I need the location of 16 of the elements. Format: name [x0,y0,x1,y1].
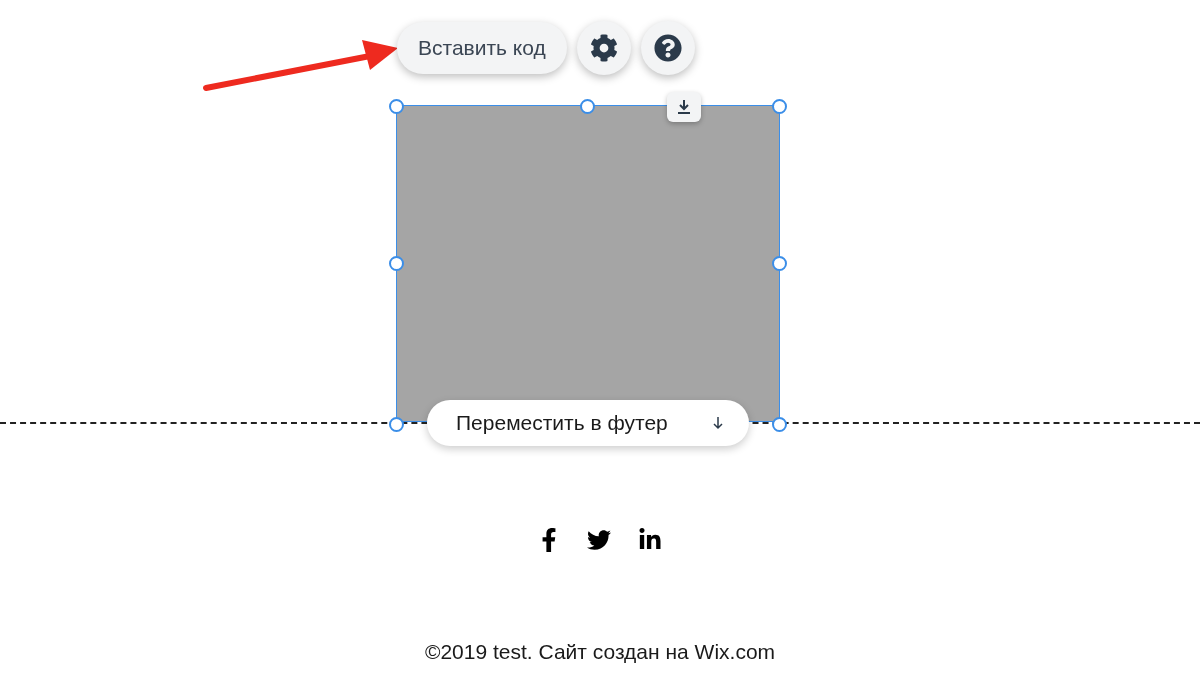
settings-icon [589,34,618,62]
help-button[interactable] [640,21,695,75]
resize-handle[interactable] [772,417,787,432]
settings-button[interactable] [576,21,631,75]
copyright-text: ©2019 test. Сайт создан на Wix.com [424,639,776,665]
help-icon [653,34,682,62]
resize-handle[interactable] [772,99,787,114]
resize-handle[interactable] [389,99,404,114]
move-to-footer-button[interactable]: Переместить в футер [427,400,749,446]
download-icon [676,99,692,115]
twitter-icon[interactable] [586,528,612,552]
resize-handle[interactable] [389,417,404,432]
linkedin-icon[interactable] [638,528,662,552]
download-button[interactable] [667,92,701,122]
embed-code-button[interactable]: Вставить код [397,22,567,74]
down-arrow-icon [713,416,723,430]
